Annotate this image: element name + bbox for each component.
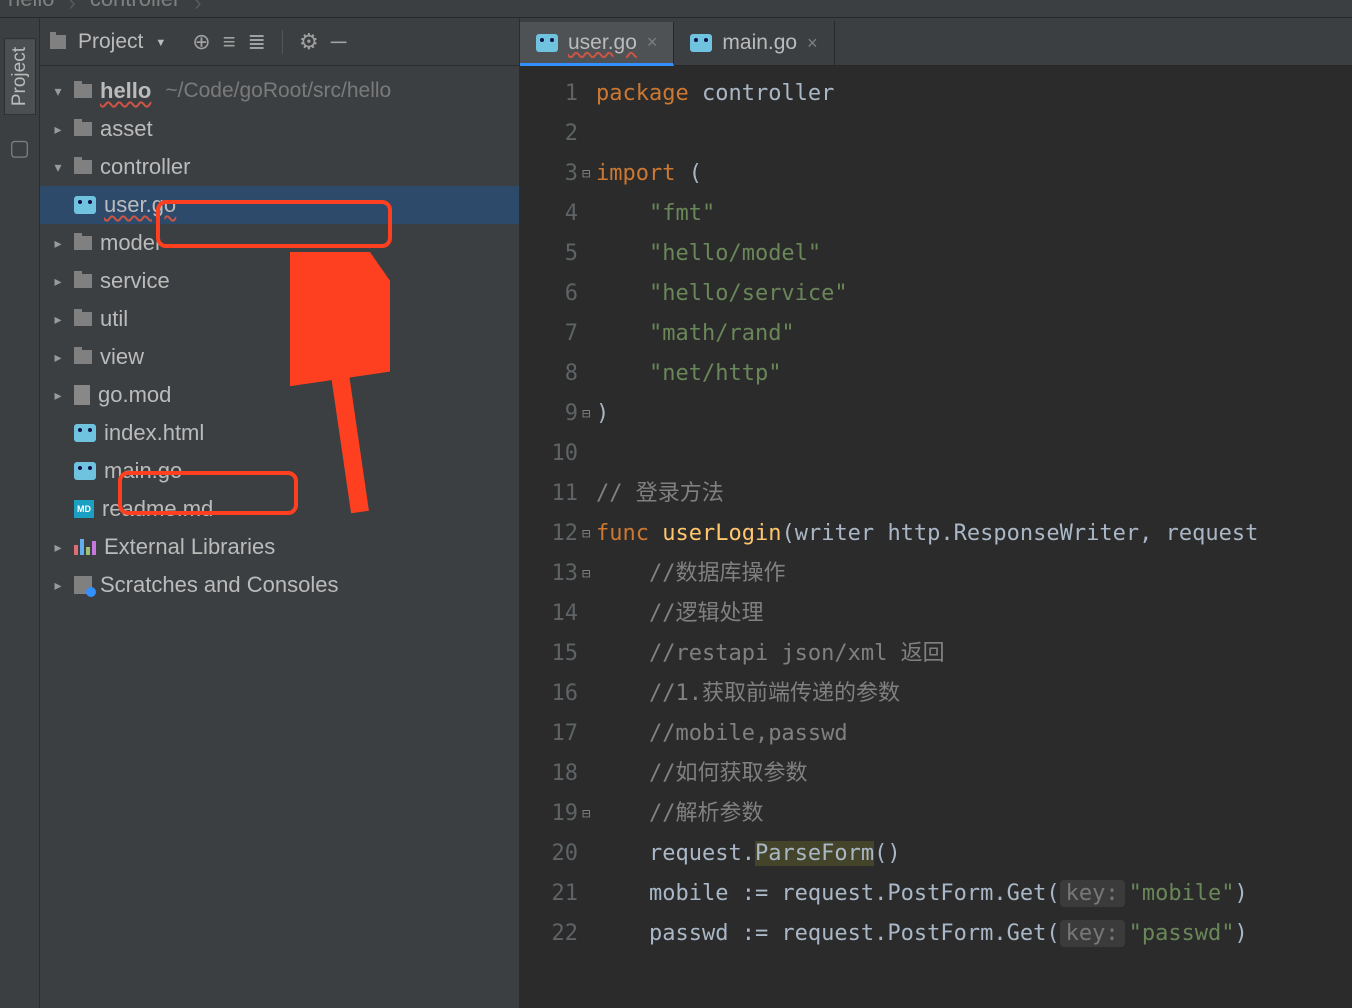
project-panel-header: Project ▼ ⊕ ≡ ≣ ⚙ ─ — [40, 18, 519, 66]
file-icon — [74, 385, 90, 405]
folder-icon — [74, 236, 92, 250]
gutter: 123 456 789 101112 131415 161718 192021 … — [520, 66, 596, 1008]
chevron-right-icon[interactable] — [50, 349, 66, 366]
expand-all-icon[interactable]: ≡ — [223, 29, 236, 55]
tool-window-strip: Project ▢ — [0, 18, 40, 1008]
folder-icon — [50, 35, 66, 49]
project-tool-tab[interactable]: Project — [4, 38, 36, 115]
scratch-icon — [74, 576, 92, 594]
folder-icon — [74, 122, 92, 136]
chevron-down-icon[interactable] — [50, 83, 66, 100]
tree-folder-controller[interactable]: controller — [40, 148, 519, 186]
chevron-right-icon[interactable] — [50, 311, 66, 328]
tree-file-go-mod[interactable]: go.mod — [40, 376, 519, 414]
collapse-all-icon[interactable]: ≣ — [248, 29, 266, 55]
structure-tool-icon[interactable]: ▢ — [9, 135, 30, 161]
tree-root[interactable]: hello ~/Code/goRoot/src/hello — [40, 72, 519, 110]
breadcrumb-root[interactable]: hello — [8, 0, 54, 12]
chevron-right-icon[interactable] — [50, 539, 66, 556]
code-content[interactable]: package controller import ( "fmt" "hello… — [596, 66, 1352, 1008]
dropdown-icon[interactable]: ▼ — [155, 37, 166, 49]
chevron-right-icon[interactable] — [50, 121, 66, 138]
editor-tabs: user.go × main.go × — [520, 18, 1352, 66]
code-editor[interactable]: 123 456 789 101112 131415 161718 192021 … — [520, 66, 1352, 1008]
tree-file-index-html[interactable]: index.html — [40, 414, 519, 452]
tree-folder-util[interactable]: util — [40, 300, 519, 338]
separator — [282, 30, 283, 54]
project-tree[interactable]: hello ~/Code/goRoot/src/hello asset cont… — [40, 66, 519, 604]
panel-title[interactable]: Project — [78, 30, 143, 54]
chevron-right-icon[interactable] — [50, 235, 66, 252]
tree-scratches[interactable]: Scratches and Consoles — [40, 566, 519, 604]
go-file-icon — [74, 462, 96, 480]
editor-tab-main-go[interactable]: main.go × — [674, 21, 834, 65]
chevron-right-icon[interactable] — [50, 273, 66, 290]
tree-folder-service[interactable]: service — [40, 262, 519, 300]
tree-folder-view[interactable]: view — [40, 338, 519, 376]
folder-icon — [74, 274, 92, 288]
tree-external-libraries[interactable]: External Libraries — [40, 528, 519, 566]
hide-icon[interactable]: ─ — [331, 29, 347, 55]
breadcrumb-folder[interactable]: controller — [90, 0, 180, 12]
folder-icon — [74, 312, 92, 326]
tree-folder-asset[interactable]: asset — [40, 110, 519, 148]
breadcrumb: hello › controller › user.go — [0, 0, 1352, 18]
close-icon[interactable]: × — [807, 33, 818, 54]
locate-icon[interactable]: ⊕ — [192, 29, 210, 55]
chevron-right-icon[interactable] — [50, 387, 66, 404]
folder-icon — [74, 160, 92, 174]
project-panel: Project ▼ ⊕ ≡ ≣ ⚙ ─ hello ~/Code/goRoot/… — [40, 18, 520, 1008]
go-file-icon — [74, 196, 96, 214]
tree-file-readme[interactable]: MD readme.md — [40, 490, 519, 528]
go-file-icon — [690, 34, 712, 52]
folder-icon — [74, 350, 92, 364]
library-icon — [74, 539, 96, 555]
editor-area: user.go × main.go × 123 456 789 101112 1… — [520, 18, 1352, 1008]
markdown-icon: MD — [74, 500, 94, 518]
close-icon[interactable]: × — [647, 32, 658, 53]
chevron-right-icon[interactable] — [50, 577, 66, 594]
go-html-icon — [74, 424, 96, 442]
tree-file-main-go[interactable]: main.go — [40, 452, 519, 490]
chevron-icon: › — [68, 0, 75, 16]
tree-folder-model[interactable]: model — [40, 224, 519, 262]
go-file-icon — [536, 34, 558, 52]
settings-icon[interactable]: ⚙ — [299, 29, 319, 55]
chevron-down-icon[interactable] — [50, 159, 66, 176]
chevron-icon: › — [194, 0, 201, 16]
folder-icon — [74, 84, 92, 98]
tree-file-user-go[interactable]: user.go — [40, 186, 519, 224]
editor-tab-user-go[interactable]: user.go × — [520, 22, 674, 66]
